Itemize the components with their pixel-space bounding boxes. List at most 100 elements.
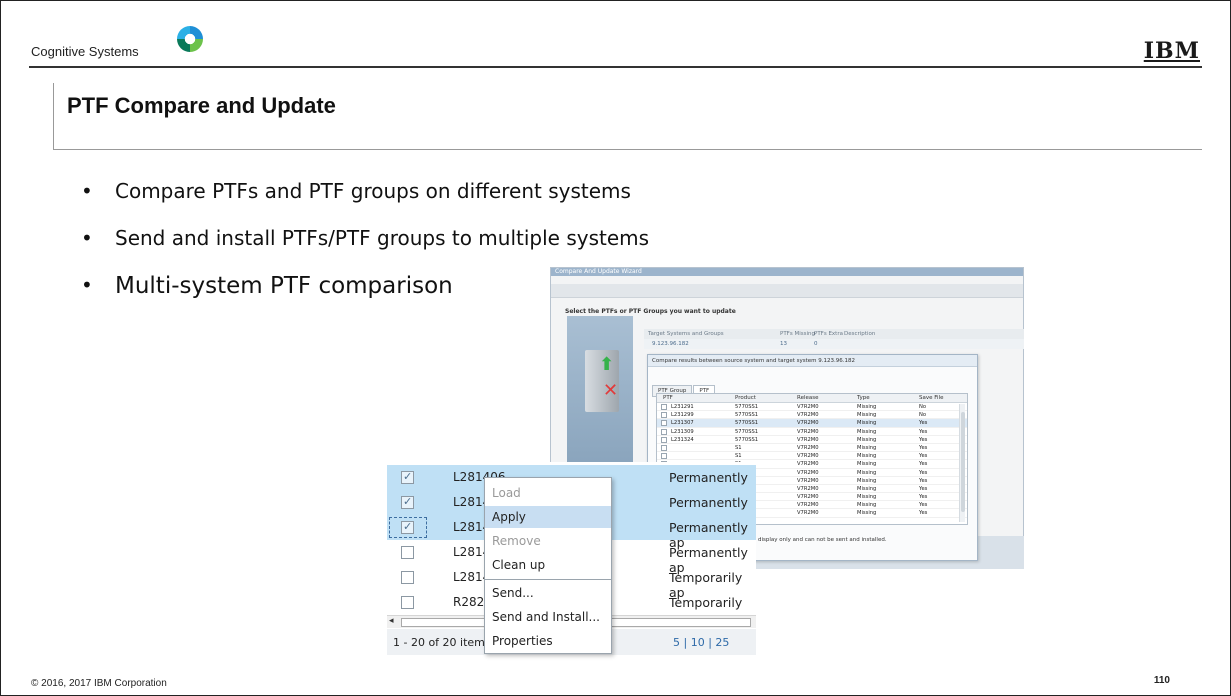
row-checkbox[interactable] — [661, 428, 667, 435]
cell-release: V7R2M0 — [797, 453, 819, 460]
cell-save: No — [919, 412, 927, 419]
cell-type: Missing — [857, 502, 877, 509]
cell-save: Yes — [919, 428, 928, 435]
cell-type: Missing — [857, 469, 877, 476]
menu-item-load[interactable]: Load — [485, 482, 611, 504]
bullet-item: Send and install PTFs/PTF groups to mult… — [81, 226, 649, 273]
page-title: PTF Compare and Update — [67, 93, 336, 118]
cell-product: S1 — [735, 444, 742, 451]
cell-release: V7R2M0 — [797, 420, 819, 427]
column-header[interactable]: Release — [797, 395, 819, 401]
row-checkbox[interactable] — [401, 571, 414, 584]
cell-release: V7R2M0 — [797, 469, 819, 476]
menu-item-send[interactable]: Send... — [485, 582, 611, 604]
cell-save: Yes — [919, 494, 928, 501]
cell-type: Missing — [857, 436, 877, 443]
scroll-left-icon[interactable]: ◂ — [389, 616, 394, 626]
menu-separator — [485, 579, 611, 580]
row-checkbox[interactable] — [661, 453, 667, 460]
cell-release: V7R2M0 — [797, 510, 819, 517]
menu-item-clean-up[interactable]: Clean up — [485, 554, 611, 576]
cell-save: Yes — [919, 485, 928, 492]
cell-release: V7R2M0 — [797, 485, 819, 492]
cell-release: V7R2M0 — [797, 428, 819, 435]
target-row[interactable]: 9.123.96.182 13 0 — [644, 339, 1024, 349]
cell-product: 5770SS1 — [735, 412, 759, 419]
pager-count: 1 - 20 of 20 items — [393, 636, 491, 649]
focus-ring — [389, 517, 427, 538]
ptf-table-row[interactable]: S1 V7R2M0 Missing Yes — [657, 444, 967, 453]
column-header[interactable]: PTF — [663, 395, 673, 401]
dialog-title: Compare results between source system an… — [648, 355, 977, 367]
row-checkbox[interactable] — [661, 436, 667, 443]
cell-type: Missing — [857, 444, 877, 451]
row-checkbox[interactable] — [401, 495, 414, 509]
ibm-logo: IBM — [1143, 38, 1200, 64]
cell-save: Yes — [919, 436, 928, 443]
copyright: © 2016, 2017 IBM Corporation — [31, 678, 167, 689]
cognitive-logo-icon — [177, 26, 203, 52]
cell-type: Missing — [857, 485, 877, 492]
menu-item-send-and-install[interactable]: Send and Install... — [485, 606, 611, 628]
cell-release: V7R2M0 — [797, 502, 819, 509]
row-checkbox[interactable] — [661, 420, 667, 427]
cell-release: V7R2M0 — [797, 477, 819, 484]
ptf-table-row[interactable]: L231324 5770SS1 V7R2M0 Missing Yes — [657, 436, 967, 444]
cell-release: V7R2M0 — [797, 461, 819, 468]
page-size-links[interactable]: 5 | 10 | 25 — [673, 636, 729, 649]
cell-save: Yes — [919, 469, 928, 476]
x-icon: ✕ — [603, 380, 619, 401]
cell-save: Yes — [919, 477, 928, 484]
row-checkbox[interactable] — [661, 404, 667, 410]
dialog-note: display only and can not be sent and ins… — [758, 537, 887, 543]
target-table-header: Target Systems and Groups PTFs Missing P… — [644, 329, 1024, 339]
menu-item-properties[interactable]: Properties — [485, 630, 611, 652]
cell-ptf: L231307 — [671, 420, 694, 427]
title-divider — [53, 149, 1202, 150]
ptf-table-row[interactable]: L231299 5770SS1 V7R2M0 Missing No — [657, 411, 967, 420]
cell-type: Missing — [857, 420, 877, 427]
column-header: Target Systems and Groups — [648, 331, 724, 337]
context-menu: Load Apply Remove Clean up Send... Send and I… — [484, 477, 612, 654]
dialog-tabs: PTF Group PTF — [652, 377, 716, 397]
cell-product: 5770SS1 — [735, 436, 759, 443]
cell-type: Missing — [857, 494, 877, 501]
wizard-toolbar — [551, 284, 1023, 298]
scroll-thumb[interactable] — [961, 412, 965, 512]
cell-product: 5770SS1 — [735, 404, 759, 410]
cell-product: S1 — [735, 453, 742, 460]
row-checkbox[interactable] — [401, 546, 414, 559]
cell-type: Missing — [857, 428, 877, 435]
column-header[interactable]: Product — [735, 395, 756, 401]
row-checkbox[interactable] — [401, 596, 414, 609]
brand-text: Cognitive Systems — [31, 44, 139, 59]
header-divider — [29, 66, 1202, 68]
bullet-item: Compare PTFs and PTF groups on different… — [81, 179, 649, 226]
column-header[interactable]: Type — [857, 395, 870, 401]
column-header[interactable]: Save File — [919, 395, 943, 401]
target-missing: 13 — [780, 341, 787, 347]
cell-product: 5770SS1 — [735, 420, 759, 427]
cell-save: No — [919, 404, 927, 410]
menu-item-remove[interactable]: Remove — [485, 530, 611, 552]
ptf-table-row[interactable]: L231291 5770SS1 V7R2M0 Missing No — [657, 403, 967, 412]
ptf-table-row[interactable]: L231307 5770SS1 V7R2M0 Missing Yes — [657, 419, 967, 428]
menu-item-apply[interactable]: Apply — [485, 506, 611, 528]
cell-release: V7R2M0 — [797, 494, 819, 501]
row-checkbox[interactable] — [661, 444, 667, 451]
ptf-table-row[interactable]: S1 V7R2M0 Missing Yes — [657, 452, 967, 461]
target-extra: 0 — [814, 341, 818, 347]
cell-ptf: L231324 — [671, 436, 694, 443]
row-checkbox[interactable] — [401, 470, 414, 484]
column-header: Description — [844, 331, 876, 337]
page-number: 110 — [1153, 675, 1170, 686]
vertical-scrollbar[interactable] — [959, 404, 965, 522]
row-checkbox[interactable] — [661, 412, 667, 419]
target-system: 9.123.96.182 — [652, 341, 689, 347]
cell-release: V7R2M0 — [797, 436, 819, 443]
cell-product: 5770SS1 — [735, 428, 759, 435]
cell-type: Missing — [857, 510, 877, 517]
ptf-table-row[interactable]: L231309 5770SS1 V7R2M0 Missing Yes — [657, 428, 967, 436]
wizard-title: Compare And Update Wizard — [551, 268, 1023, 276]
title-left-divider — [53, 83, 54, 149]
